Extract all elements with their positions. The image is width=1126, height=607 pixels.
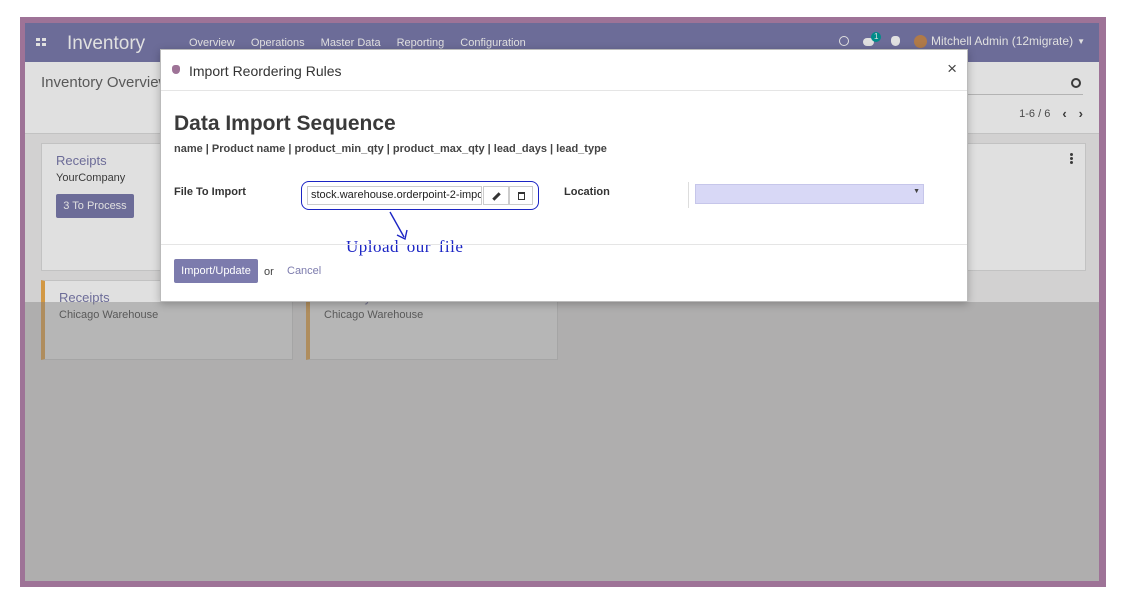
dialog-title: Import Reordering Rules <box>189 63 342 79</box>
close-icon[interactable]: × <box>947 59 957 79</box>
cancel-link[interactable]: Cancel <box>287 265 321 277</box>
location-label: Location <box>564 186 610 198</box>
sequence-heading: Data Import Sequence <box>174 112 396 135</box>
dialog-header: Import Reordering Rules × <box>161 50 967 91</box>
edit-file-button[interactable] <box>483 186 509 205</box>
file-name-field[interactable]: stock.warehouse.orderpoint-2-impo <box>307 186 482 205</box>
delete-file-button[interactable] <box>509 186 533 205</box>
file-to-import-label: File To Import <box>174 186 246 198</box>
or-label: or <box>264 266 274 278</box>
import-dialog: Import Reordering Rules × Data Import Se… <box>160 49 968 302</box>
bug-icon <box>172 65 180 74</box>
import-update-button[interactable]: Import/Update <box>174 259 258 283</box>
location-select[interactable]: ▼ <box>695 184 924 204</box>
pencil-icon <box>492 192 501 201</box>
field-divider <box>688 182 689 208</box>
app-screen: Inventory Overview Operations Master Dat… <box>25 23 1099 581</box>
trash-icon <box>518 192 525 200</box>
file-upload-highlight: stock.warehouse.orderpoint-2-impo <box>301 181 539 210</box>
sequence-fields: name | Product name | product_min_qty | … <box>174 143 607 155</box>
caret-down-icon: ▼ <box>913 188 920 195</box>
dialog-footer: Import/Update or Cancel <box>161 244 967 302</box>
